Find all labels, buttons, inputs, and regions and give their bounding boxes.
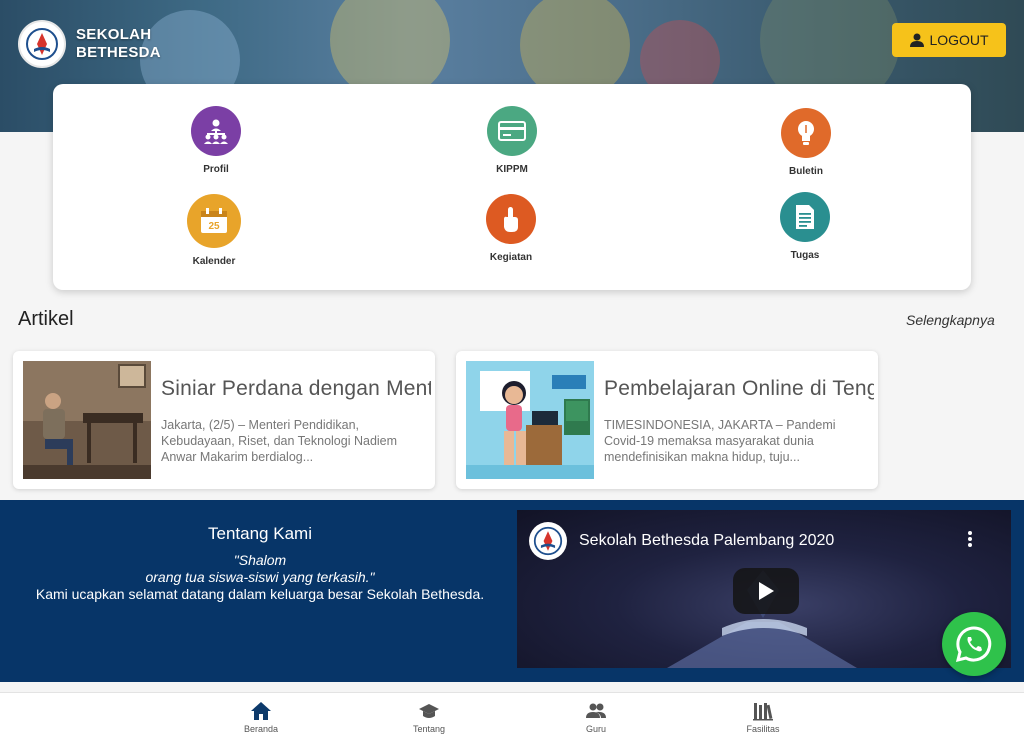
article-description: TIMESINDONESIA, JAKARTA – Pandemi Covid-… [604,418,836,464]
org-chart-icon [191,106,241,156]
nav-label: Tentang [412,724,446,734]
bottom-navigation: Beranda Tentang Guru Fasilitas [0,692,1024,743]
article-description: Jakarta, (2/5) – Menteri Pendidikan, Keb… [161,418,398,464]
nav-label: Guru [585,724,606,734]
school-name-line1: SEKOLAH [76,26,152,43]
nav-label: Beranda [243,724,279,734]
menu-item-profil[interactable]: Profil [161,106,271,175]
artikel-title: Artikel [18,308,74,330]
svg-text:25: 25 [208,221,220,232]
play-icon [759,582,774,600]
menu-item-kippm[interactable]: KIPPM [457,106,567,175]
about-title: Tentang Kami [208,524,312,543]
about-text: Tentang Kami "Shalom orang tua siswa-sis… [20,524,500,603]
user-icon [910,33,925,47]
menu-label: Profil [203,164,229,175]
calendar-icon: 25 [187,194,241,248]
library-icon [753,703,773,721]
menu-item-kalender[interactable]: 25 Kalender [159,194,269,267]
hand-icon [486,194,536,244]
article-title: Pembelajaran Online di Tengah [604,377,874,400]
whatsapp-button[interactable] [942,612,1006,676]
menu-item-tugas[interactable]: Tugas [750,192,860,261]
whatsapp-icon [955,626,992,663]
video-title[interactable]: Sekolah Bethesda Palembang 2020 [579,532,834,550]
about-quote-line2: orang tua siswa-siswi yang terkasih." [145,569,375,585]
users-icon [586,703,606,718]
logout-label: LOGOUT [929,32,989,48]
article-card[interactable]: Siniar Perdana dengan Menteri Jakarta, (… [13,351,435,489]
about-welcome: Kami ucapkan selamat datang dalam keluar… [35,586,485,602]
article-card[interactable]: Pembelajaran Online di Tengah TIMESINDON… [456,351,878,489]
logout-button[interactable]: LOGOUT [892,23,1006,57]
article-title: Siniar Perdana dengan Menteri [161,377,431,400]
more-options-icon[interactable] [967,530,973,548]
card-icon [487,106,537,156]
see-more-link[interactable]: Selengkapnya [906,312,995,328]
menu-item-kegiatan[interactable]: Kegiatan [456,194,566,263]
menu-label: Buletin [789,166,823,177]
channel-avatar-icon[interactable] [529,522,567,560]
nav-item-beranda[interactable]: Beranda [221,701,301,734]
lightbulb-icon [781,108,831,158]
menu-item-buletin[interactable]: Buletin [751,108,861,177]
menu-label: Kalender [192,256,236,267]
nav-item-tentang[interactable]: Tentang [389,701,469,734]
school-name: SEKOLAH BETHESDA [76,26,161,62]
about-quote-line1: "Shalom [233,552,287,568]
video-embed[interactable]: Sekolah Bethesda Palembang 2020 [517,510,1011,668]
school-name-line2: BETHESDA [76,44,161,61]
school-emblem-icon [18,20,66,68]
document-icon [780,192,830,242]
nav-item-guru[interactable]: Guru [556,701,636,734]
nav-label: Fasilitas [746,724,780,734]
nav-item-fasilitas[interactable]: Fasilitas [723,701,803,734]
article-thumbnail [466,361,594,479]
menu-label: Tugas [790,250,820,261]
article-thumbnail [23,361,151,479]
menu-card: Profil KIPPM Buletin 25 Kalender Kegiata… [53,84,971,290]
school-logo[interactable]: SEKOLAH BETHESDA [18,20,161,68]
home-icon [251,702,271,720]
menu-label: Kegiatan [489,252,533,263]
play-button[interactable] [733,568,799,614]
menu-label: KIPPM [496,164,528,175]
graduation-cap-icon [419,704,439,718]
